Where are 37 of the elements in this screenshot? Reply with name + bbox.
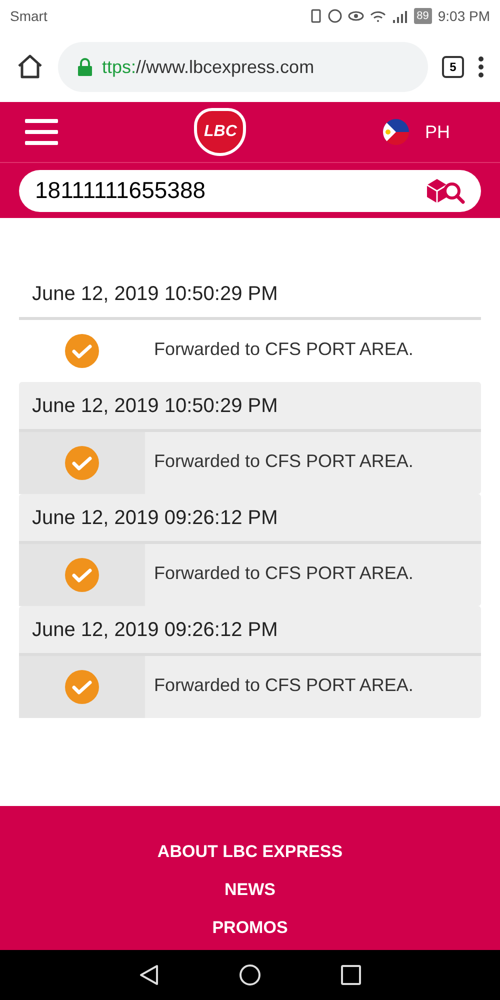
battery-level: 89 [414,8,432,24]
entry-datetime: June 12, 2019 09:26:12 PM [32,506,278,530]
flag-icon[interactable] [382,119,409,145]
package-search-icon[interactable] [425,176,465,204]
entry-datetime: June 12, 2019 10:50:29 PM [32,282,278,306]
entry-status: Forwarded to CFS PORT AREA. [154,674,414,696]
wifi-icon [370,10,386,22]
check-circle-icon [65,558,99,592]
entry-status: Forwarded to CFS PORT AREA. [154,562,414,584]
check-circle-icon [65,446,99,480]
footer-link[interactable]: ABOUT LBC EXPRESS [157,842,343,862]
footer-link[interactable]: PROMOS [212,918,288,938]
carrier-name: Smart [10,6,48,26]
eye-icon [348,11,364,21]
back-icon[interactable] [139,964,159,986]
entry-status: Forwarded to CFS PORT AREA. [154,450,414,472]
address-bar[interactable]: ttps://www.lbcexpress.com [58,42,428,92]
menu-icon[interactable] [25,119,58,145]
home-circle-icon[interactable] [239,964,261,986]
entry-datetime: June 12, 2019 09:26:12 PM [32,618,278,642]
check-circle-icon [65,670,99,704]
entry-datetime: June 12, 2019 10:50:29 PM [32,394,278,418]
check-circle-icon [65,334,99,368]
entry-status: Forwarded to CFS PORT AREA. [154,338,414,360]
more-options-icon[interactable] [478,56,484,78]
lock-icon [78,58,92,76]
lbc-logo[interactable]: LBC [194,108,246,156]
recents-icon[interactable] [341,965,361,985]
country-code[interactable]: PH [424,118,450,146]
url-text: ttps://www.lbcexpress.com [102,56,314,79]
home-icon[interactable] [16,54,44,80]
footer-link[interactable]: NEWS [224,880,276,900]
tracking-search-field[interactable]: 18111111655388 [19,170,481,212]
clock: 9:03 PM [438,6,490,26]
vibrate-icon [310,8,322,24]
signal-icon [392,9,408,23]
tab-count[interactable]: 5 [442,56,464,78]
